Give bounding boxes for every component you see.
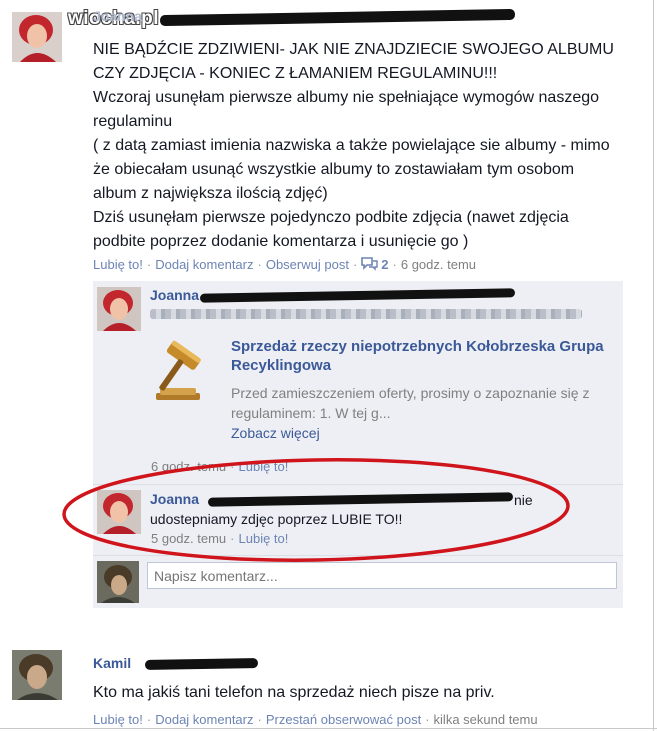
post-timestamp: 6 godz. temu (400, 257, 477, 272)
comment-timestamp: 6 godz. temu (151, 459, 227, 474)
comment-text-tail: nie (514, 492, 533, 508)
redaction-scribble (144, 658, 259, 670)
frame-border-right (653, 0, 654, 731)
post-line: Wczoraj usunęłam pierwsze albumy nie spe… (93, 89, 600, 106)
like-link[interactable]: Lubię to! (239, 459, 289, 474)
like-link[interactable]: Lubię to! (93, 712, 143, 727)
post-body: NIE BĄDŹCIE ZDZIWIENI- JAK NIE ZNAJDZIEC… (93, 38, 633, 254)
comment-divider (93, 484, 623, 485)
like-link[interactable]: Lubię to! (93, 257, 143, 272)
post-actions: Lubię to! · Dodaj komentarz · Obserwuj post ·… (93, 257, 477, 272)
post-line: Dziś usunęłam pierwsze pojedynczo podbit… (93, 209, 569, 226)
post-actions: Lubię to! · Dodaj komentarz · Przestań obser… (93, 712, 538, 727)
see-more-link[interactable]: Zobacz więcej (231, 425, 320, 441)
post-line: CZY ZDJĘCIA - KONIEC Z ŁAMANIEM REGULAMI… (93, 65, 498, 82)
post-line: podbite poprzez dodanie komentarza i usu… (93, 233, 469, 250)
frame-border-bottom (0, 728, 657, 729)
post-line: ( z datą zamiast imienia nazwiska a takż… (93, 137, 610, 154)
comment-actions: 6 godz. temu · Lubię to! (151, 459, 289, 474)
avatar[interactable] (97, 490, 141, 534)
comment-author[interactable]: Joanna (150, 287, 199, 303)
shared-page-title[interactable]: Sprzedaż rzeczy niepotrzebnych Kołobrzes… (231, 337, 626, 375)
follow-post-link[interactable]: Obserwuj post (266, 257, 349, 272)
comment-input[interactable] (147, 562, 617, 589)
add-comment-link[interactable]: Dodaj komentarz (155, 712, 253, 727)
post-line: album z największa ilością zdjęć) (93, 185, 328, 202)
post-author[interactable]: Joanna (93, 8, 142, 24)
comment-divider (93, 555, 623, 556)
avatar[interactable] (12, 12, 62, 62)
comment-actions: 5 godz. temu · Lubię to! (151, 531, 289, 546)
like-link[interactable]: Lubię to! (239, 531, 289, 546)
comments-section (93, 281, 623, 608)
comment-count[interactable]: 2 (378, 257, 388, 272)
unfollow-post-link[interactable]: Przestań obserwować post (266, 712, 421, 727)
avatar[interactable] (12, 650, 62, 700)
avatar[interactable] (97, 287, 141, 331)
avatar[interactable] (97, 561, 139, 603)
shared-page-description: Przed zamieszczeniem oferty, prosimy o z… (231, 385, 590, 421)
post-line: regulaminu (93, 113, 173, 130)
redaction-blur (150, 309, 582, 319)
post-body: Kto ma jakiś tani telefon na sprzedaż ni… (93, 684, 495, 701)
comment-author[interactable]: Joanna (150, 491, 199, 507)
comment-bubble-icon[interactable] (361, 257, 378, 271)
add-comment-link[interactable]: Dodaj komentarz (155, 257, 253, 272)
post-author[interactable]: Kamil (93, 655, 131, 671)
post-line: że obiecałam usunąć wszystkie albumy to … (93, 161, 575, 178)
comment-text: udostepniamy zdjęc poprzez LUBIE TO!! (150, 511, 403, 527)
comment-timestamp: 5 godz. temu (151, 531, 227, 546)
post-timestamp: kilka sekund temu (433, 712, 538, 727)
redaction-scribble (159, 8, 516, 27)
gavel-icon (150, 337, 220, 407)
post-line: NIE BĄDŹCIE ZDZIWIENI- JAK NIE ZNAJDZIEC… (93, 41, 614, 58)
